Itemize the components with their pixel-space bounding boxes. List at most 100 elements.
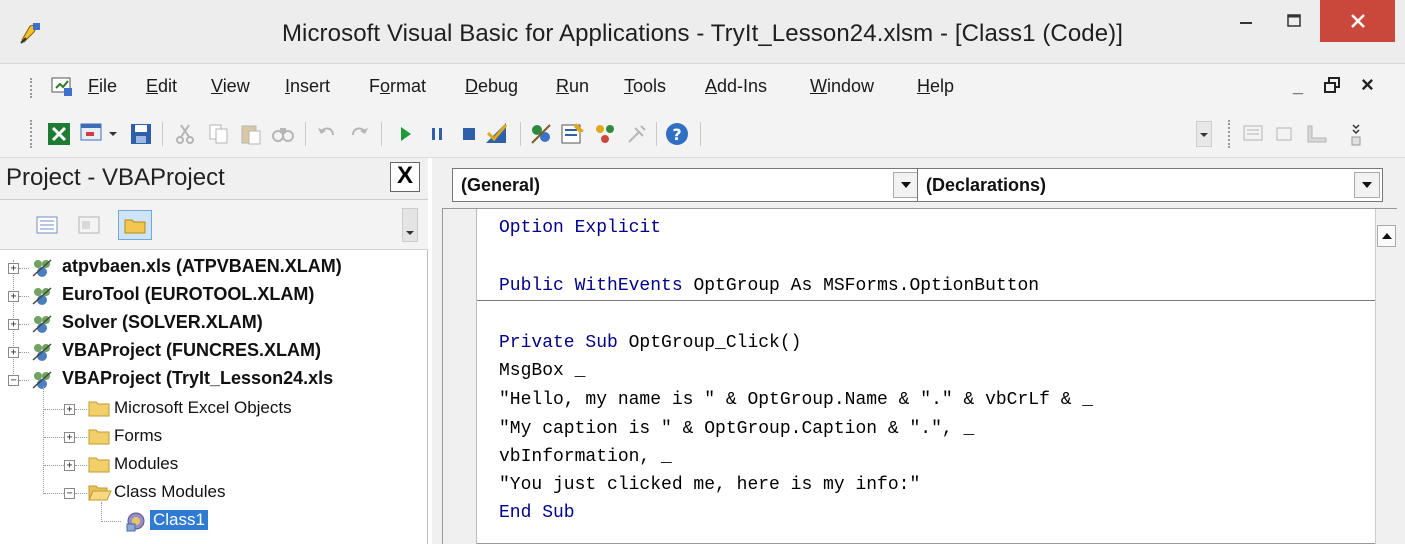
menu-debug[interactable]: Debug: [465, 76, 518, 97]
code-line[interactable]: "You just clicked me, here is my info:": [499, 475, 920, 495]
code-margin-indicator-bar[interactable]: [443, 209, 477, 544]
pane-toolbar-scroll[interactable]: [402, 208, 418, 242]
expand-toggle[interactable]: +: [8, 291, 19, 302]
help-icon[interactable]: ?: [664, 121, 690, 147]
save-icon[interactable]: [128, 121, 154, 147]
menu-label: F: [369, 76, 380, 96]
expand-toggle[interactable]: +: [64, 460, 75, 471]
object-combo[interactable]: (General): [452, 168, 922, 202]
chevron-down-icon[interactable]: [893, 172, 919, 198]
paste-icon[interactable]: [238, 121, 264, 147]
code-line[interactable]: Option Explicit: [499, 218, 661, 238]
code-line[interactable]: vbInformation, _: [499, 447, 672, 467]
menu-tools[interactable]: Tools: [624, 76, 666, 97]
tree-project-solver[interactable]: Solver (SOLVER.XLAM): [62, 312, 263, 333]
expand-toggle[interactable]: +: [64, 432, 75, 443]
code-line[interactable]: "Hello, my name is " & OptGroup.Name & "…: [499, 390, 1093, 410]
toolbar-separator: [162, 122, 163, 146]
indent-icon[interactable]: [1240, 121, 1266, 147]
undo-icon[interactable]: [314, 121, 340, 147]
excel-view-icon[interactable]: [50, 76, 74, 98]
view-object-icon[interactable]: [72, 210, 106, 240]
code-text: OptGroup As MSForms.OptionButton: [682, 276, 1040, 296]
maximize-button[interactable]: [1271, 0, 1317, 42]
folder-icon: [88, 454, 110, 479]
expand-toggle[interactable]: +: [8, 319, 19, 330]
code-line[interactable]: Public WithEvents OptGroup As MSForms.Op…: [499, 276, 1039, 296]
code-line[interactable]: Private Sub OptGroup_Click(): [499, 333, 801, 353]
tree-folder-class-modules[interactable]: Class Modules: [114, 482, 226, 502]
pause-icon[interactable]: [424, 121, 450, 147]
toggle-breakpoint-icon[interactable]: [1304, 121, 1330, 147]
tree-project-eurotool[interactable]: EuroTool (EUROTOOL.XLAM): [62, 284, 314, 305]
menu-accel: A: [705, 76, 718, 96]
design-mode-icon[interactable]: [484, 121, 510, 147]
menu-accel: F: [88, 76, 99, 96]
menu-accel: W: [810, 76, 827, 96]
menu-grip[interactable]: [30, 78, 34, 98]
menu-format[interactable]: Format: [369, 76, 426, 97]
toolbar-separator: [700, 122, 701, 146]
tree-project-funcres[interactable]: VBAProject (FUNCRES.XLAM): [62, 340, 321, 361]
mdi-close-button[interactable]: ×: [1361, 72, 1374, 98]
procedure-combo[interactable]: (Declarations): [917, 168, 1383, 202]
toolbar-separator: [520, 122, 521, 146]
project-explorer-icon[interactable]: [528, 121, 554, 147]
menu-file[interactable]: File: [88, 76, 117, 97]
tree-folder-forms[interactable]: Forms: [114, 426, 162, 446]
project-tree: + atpvbaen.xls (ATPVBAEN.XLAM) + EuroToo…: [0, 250, 428, 544]
vba-project-icon: [30, 256, 54, 285]
toolbox-icon[interactable]: [624, 121, 650, 147]
run-icon[interactable]: [392, 121, 418, 147]
mdi-restore-button[interactable]: [1323, 76, 1341, 99]
excel-view-icon[interactable]: [46, 121, 72, 147]
insert-userform-icon[interactable]: [80, 121, 106, 147]
minimize-button[interactable]: [1223, 0, 1269, 42]
expand-toggle[interactable]: +: [8, 263, 19, 274]
vertical-scrollbar[interactable]: [1375, 209, 1397, 544]
expand-toggle[interactable]: +: [64, 404, 75, 415]
toolbar-options-icon[interactable]: [1196, 121, 1212, 147]
toolbar-overflow-icon[interactable]: [1350, 121, 1362, 147]
scroll-up-button[interactable]: [1377, 225, 1396, 247]
close-button[interactable]: [1320, 0, 1395, 42]
menu-label: ile: [99, 76, 118, 96]
expand-toggle[interactable]: +: [8, 347, 19, 358]
collapse-toggle[interactable]: −: [64, 488, 75, 499]
outdent-icon[interactable]: [1272, 121, 1298, 147]
menu-label: elp: [930, 76, 955, 96]
menu-edit[interactable]: Edit: [146, 76, 177, 97]
menu-insert[interactable]: Insert: [285, 76, 330, 97]
tree-folder-modules[interactable]: Modules: [114, 454, 178, 474]
copy-icon[interactable]: [206, 121, 232, 147]
toolbar-grip[interactable]: [1228, 120, 1232, 148]
menu-view[interactable]: View: [211, 76, 250, 97]
menu-help[interactable]: Help: [917, 76, 954, 97]
toolbar-grip[interactable]: [30, 120, 34, 148]
toggle-folders-icon[interactable]: [118, 210, 152, 240]
project-close-button[interactable]: X: [390, 162, 420, 192]
menu-run[interactable]: Run: [556, 76, 589, 97]
menu-window[interactable]: Window: [810, 76, 874, 97]
code-editor[interactable]: Option Explicit Public WithEvents OptGro…: [442, 208, 1397, 544]
tree-project-tryit-lesson24[interactable]: VBAProject (TryIt_Lesson24.xls: [62, 368, 333, 389]
find-icon[interactable]: [270, 121, 296, 147]
view-code-icon[interactable]: [30, 210, 64, 240]
code-line[interactable]: End Sub: [499, 503, 575, 523]
chevron-down-icon[interactable]: [106, 121, 120, 147]
redo-icon[interactable]: [346, 121, 372, 147]
properties-window-icon[interactable]: [560, 121, 586, 147]
menu-accel: o: [380, 76, 391, 96]
object-browser-icon[interactable]: [592, 121, 618, 147]
tree-folder-excel-objects[interactable]: Microsoft Excel Objects: [114, 398, 292, 418]
tree-class1[interactable]: Class1: [150, 510, 208, 530]
chevron-down-icon[interactable]: [1354, 172, 1380, 198]
collapse-toggle[interactable]: −: [8, 375, 19, 386]
menu-add-ins[interactable]: Add-Ins: [705, 76, 767, 97]
cut-icon[interactable]: [172, 121, 198, 147]
mdi-minimize-button[interactable]: _: [1293, 76, 1303, 97]
tree-project-atpvbaen[interactable]: atpvbaen.xls (ATPVBAEN.XLAM): [62, 256, 342, 277]
reset-icon[interactable]: [456, 121, 482, 147]
code-line[interactable]: MsgBox _: [499, 361, 585, 381]
code-line[interactable]: "My caption is " & OptGroup.Caption & ".…: [499, 419, 974, 439]
